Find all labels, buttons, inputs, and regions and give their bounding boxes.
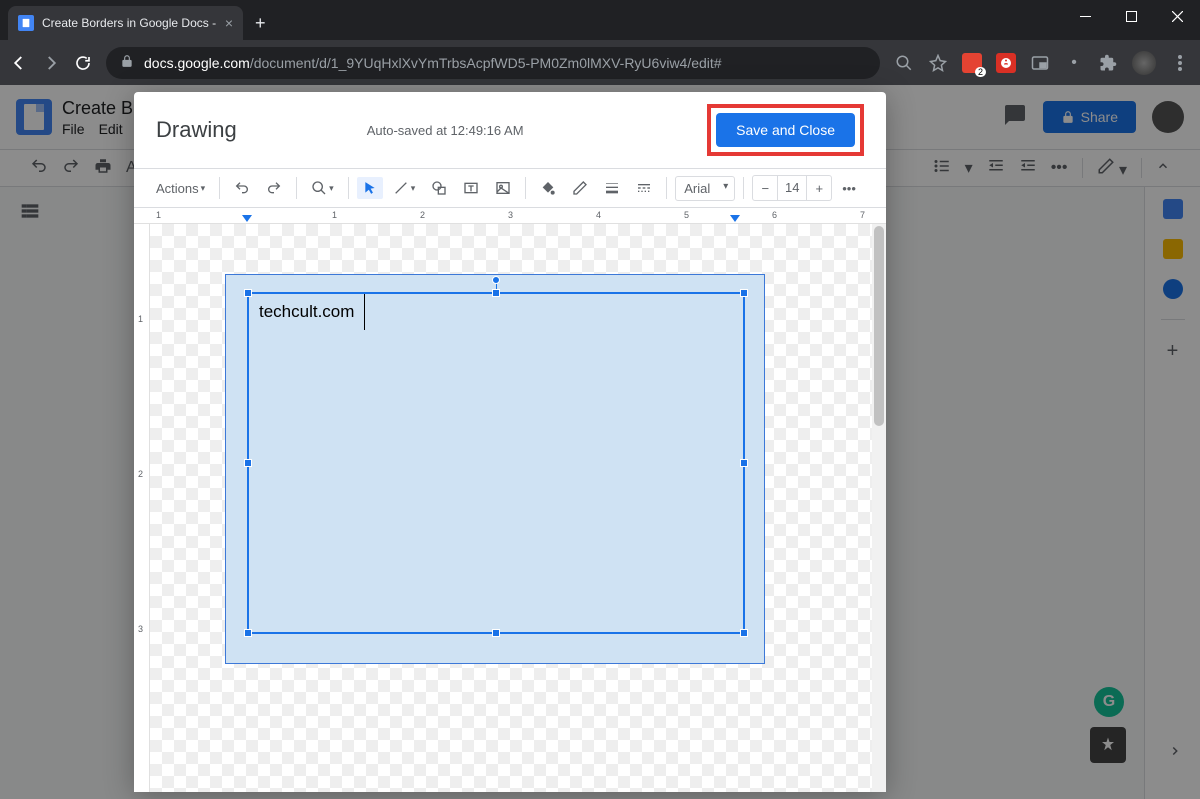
new-tab-button[interactable]: + [243, 13, 278, 34]
drawing-header: Drawing Auto-saved at 12:49:16 AM Save a… [134, 92, 886, 168]
resize-handle-nw[interactable] [244, 289, 252, 297]
nav-reload-button[interactable] [74, 54, 92, 72]
font-family-select[interactable]: Arial [675, 176, 735, 201]
browser-toolbar: docs.google.com/document/d/1_9YUqHxlXvYm… [0, 40, 1200, 85]
resize-handle-se[interactable] [740, 629, 748, 637]
extension-pip-icon[interactable] [1030, 53, 1050, 73]
address-bar[interactable]: docs.google.com/document/d/1_9YUqHxlXvYm… [106, 47, 880, 79]
redo-button[interactable] [260, 176, 288, 200]
border-weight-button[interactable] [598, 176, 626, 200]
rotation-handle[interactable] [492, 276, 500, 284]
resize-handle-w[interactable] [244, 459, 252, 467]
drawing-dialog: Drawing Auto-saved at 12:49:16 AM Save a… [134, 92, 886, 792]
resize-handle-ne[interactable] [740, 289, 748, 297]
browser-tab-strip: Create Borders in Google Docs - × + [0, 0, 1200, 40]
shape-tool[interactable] [425, 176, 453, 200]
textbox-tool[interactable] [457, 176, 485, 200]
extension-unknown-icon[interactable]: • [1064, 53, 1084, 73]
font-size-decrease[interactable]: − [753, 181, 777, 196]
lock-icon [120, 54, 134, 71]
tab-close-icon[interactable]: × [225, 15, 233, 31]
drawing-canvas-area: 1 1 2 3 4 5 6 7 1 2 3 techcult.com [134, 208, 886, 792]
line-tool[interactable]: ▾ [387, 176, 422, 200]
docs-favicon [18, 15, 34, 31]
undo-button[interactable] [228, 176, 256, 200]
extensions-puzzle-icon[interactable] [1098, 53, 1118, 73]
profile-avatar-icon[interactable] [1132, 51, 1156, 75]
more-options-button[interactable]: ••• [836, 177, 862, 200]
resize-handle-sw[interactable] [244, 629, 252, 637]
zoom-button[interactable]: ▾ [305, 176, 340, 200]
font-size-value[interactable]: 14 [777, 176, 807, 200]
border-color-button[interactable] [566, 176, 594, 200]
window-maximize-button[interactable] [1108, 0, 1154, 32]
image-tool[interactable] [489, 176, 517, 200]
autosave-status: Auto-saved at 12:49:16 AM [367, 123, 707, 138]
resize-handle-n[interactable] [492, 289, 500, 297]
url-text: docs.google.com/document/d/1_9YUqHxlXvYm… [144, 55, 722, 71]
resize-handle-e[interactable] [740, 459, 748, 467]
extension-adblock-icon[interactable] [996, 53, 1016, 73]
drawing-canvas[interactable]: techcult.com [150, 224, 872, 792]
bookmark-star-icon[interactable] [928, 53, 948, 73]
browser-tab[interactable]: Create Borders in Google Docs - × [8, 6, 243, 40]
save-close-highlight: Save and Close [707, 104, 864, 156]
resize-handle-s[interactable] [492, 629, 500, 637]
window-minimize-button[interactable] [1062, 0, 1108, 32]
window-controls [1062, 0, 1200, 32]
font-size-control: − 14 + [752, 175, 832, 201]
chrome-menu-icon[interactable] [1170, 53, 1190, 73]
nav-forward-button[interactable] [42, 54, 60, 72]
vertical-ruler[interactable]: 1 2 3 [134, 224, 150, 792]
text-box-selected[interactable]: techcult.com [247, 292, 745, 634]
extension-todoist-icon[interactable]: 2 [962, 53, 982, 73]
drawing-toolbar: Actions ▾ ▾ ▾ Arial − 14 + ••• [134, 168, 886, 208]
horizontal-ruler[interactable]: 1 1 2 3 4 5 6 7 [134, 208, 886, 224]
tab-title: Create Borders in Google Docs - [42, 16, 217, 30]
actions-menu[interactable]: Actions ▾ [150, 177, 211, 200]
select-tool[interactable] [357, 177, 383, 199]
nav-back-button[interactable] [10, 54, 28, 72]
drawing-title: Drawing [156, 117, 237, 143]
fill-color-button[interactable] [534, 176, 562, 200]
save-and-close-button[interactable]: Save and Close [716, 113, 855, 147]
border-dash-button[interactable] [630, 176, 658, 200]
vertical-scrollbar[interactable] [872, 224, 886, 792]
font-size-increase[interactable]: + [807, 181, 831, 196]
browser-extensions: 2 • [894, 51, 1190, 75]
search-page-icon[interactable] [894, 53, 914, 73]
window-close-button[interactable] [1154, 0, 1200, 32]
text-box-content[interactable]: techcult.com [249, 294, 365, 330]
